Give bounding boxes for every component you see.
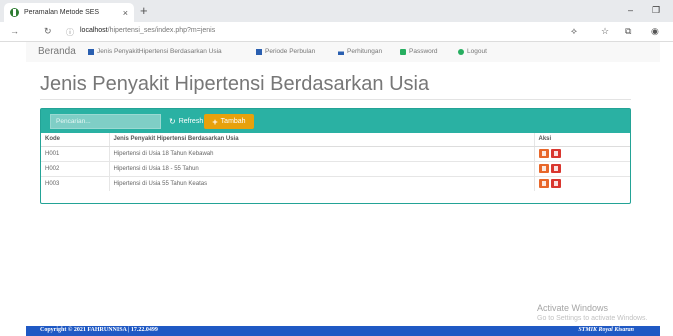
cell-aksi <box>534 160 630 176</box>
nav-periode-perbulan[interactable]: Periode Perbulan <box>256 48 315 55</box>
data-table: Kode Jenis Penyakit Hipertensi Berdasark… <box>41 133 630 191</box>
new-tab-button[interactable]: + <box>140 4 148 18</box>
reload-icon[interactable]: ↻ <box>44 26 52 37</box>
delete-icon[interactable] <box>550 179 561 189</box>
plus-icon: + <box>212 116 218 127</box>
edit-icon[interactable] <box>538 149 549 158</box>
browser-tab[interactable]: Peramalan Metode SES × <box>4 3 134 22</box>
browser-tab-strip: Peramalan Metode SES × + – ❐ <box>0 0 673 22</box>
table-row: H001 Hipertensi di Usia 18 Tahun Kebawah <box>41 145 630 161</box>
cell-jenis: Hipertensi di Usia 18 - 55 Tahun <box>109 160 535 176</box>
cell-aksi <box>534 145 630 161</box>
collections-icon[interactable]: ⧉ <box>625 26 631 37</box>
activate-windows-title: Activate Windows <box>537 303 609 313</box>
calendar-icon <box>256 48 262 55</box>
footer-institution: STMIK Royal Kisaran <box>578 327 634 333</box>
nav-perhitungan[interactable]: Perhitungan <box>338 48 382 55</box>
footer-copyright: Copyright © 2021 FAHRUNNISA | 17.22.0499 <box>40 327 158 333</box>
nav-password[interactable]: Password <box>400 48 438 55</box>
cell-kode: H001 <box>41 145 110 161</box>
page-title: Jenis Penyakit Hipertensi Berdasarkan Us… <box>40 73 430 95</box>
delete-icon[interactable] <box>550 164 561 173</box>
cell-aksi <box>534 175 630 191</box>
refresh-icon: ↻ <box>169 117 176 126</box>
cell-kode: H002 <box>41 160 110 176</box>
cell-jenis: Hipertensi di Usia 55 Tahun Keatas <box>109 175 535 191</box>
back-arrow-icon[interactable]: → <box>10 26 19 36</box>
activate-windows-hint: Go to Settings to activate Windows. <box>537 315 648 322</box>
logout-icon <box>458 48 464 55</box>
favorites-icon[interactable]: ☆ <box>601 26 609 37</box>
bar-chart-icon <box>338 48 344 55</box>
refresh-button[interactable]: ↻ Refresh <box>169 115 203 128</box>
search-input[interactable]: Pencarian... <box>50 114 161 129</box>
brand-link[interactable]: Beranda <box>38 46 76 57</box>
grid-icon <box>88 48 94 55</box>
lock-icon <box>400 48 406 55</box>
restore-button[interactable]: ❐ <box>652 5 660 16</box>
panel-toolbar: Pencarian... ↻ Refresh + Tambah <box>41 109 630 133</box>
read-aloud-icon[interactable]: ⟡ <box>571 26 577 37</box>
main-navbar: Beranda Jenis PenyakitHipertensi Berdasa… <box>26 42 660 62</box>
header-aksi: Aksi <box>534 133 630 147</box>
table-row: H003 Hipertensi di Usia 55 Tahun Keatas <box>41 175 630 191</box>
header-jenis: Jenis Penyakit Hipertensi Berdasarkan Us… <box>109 133 535 147</box>
url-field[interactable]: localhost/hipertensi_ses/index.php?m=jen… <box>80 27 215 34</box>
title-divider <box>40 99 631 100</box>
edit-icon[interactable] <box>538 164 549 173</box>
nav-jenis-penyakit[interactable]: Jenis PenyakitHipertensi Berdasarkan Usi… <box>88 48 222 55</box>
site-favicon-icon <box>10 8 19 17</box>
page-footer: Copyright © 2021 FAHRUNNISA | 17.22.0499… <box>26 326 660 336</box>
header-kode: Kode <box>41 133 110 147</box>
table-header-row: Kode Jenis Penyakit Hipertensi Berdasark… <box>41 133 630 147</box>
minimize-button[interactable]: – <box>628 5 633 15</box>
edit-icon[interactable] <box>538 179 549 189</box>
nav-logout[interactable]: Logout <box>458 48 487 55</box>
tab-title: Peramalan Metode SES <box>24 9 100 16</box>
data-panel: Pencarian... ↻ Refresh + Tambah Kode Jen… <box>40 108 631 204</box>
info-icon[interactable]: ⓘ <box>66 27 74 38</box>
delete-icon[interactable] <box>550 149 561 158</box>
address-bar: → ↻ ⓘ localhost/hipertensi_ses/index.php… <box>0 22 673 42</box>
table-row: H002 Hipertensi di Usia 18 - 55 Tahun <box>41 160 630 176</box>
cell-jenis: Hipertensi di Usia 18 Tahun Kebawah <box>109 145 535 161</box>
add-button[interactable]: + Tambah <box>204 114 254 129</box>
tab-close-button[interactable]: × <box>123 8 128 18</box>
profile-icon[interactable]: ◉ <box>651 26 659 37</box>
cell-kode: H003 <box>41 175 110 191</box>
